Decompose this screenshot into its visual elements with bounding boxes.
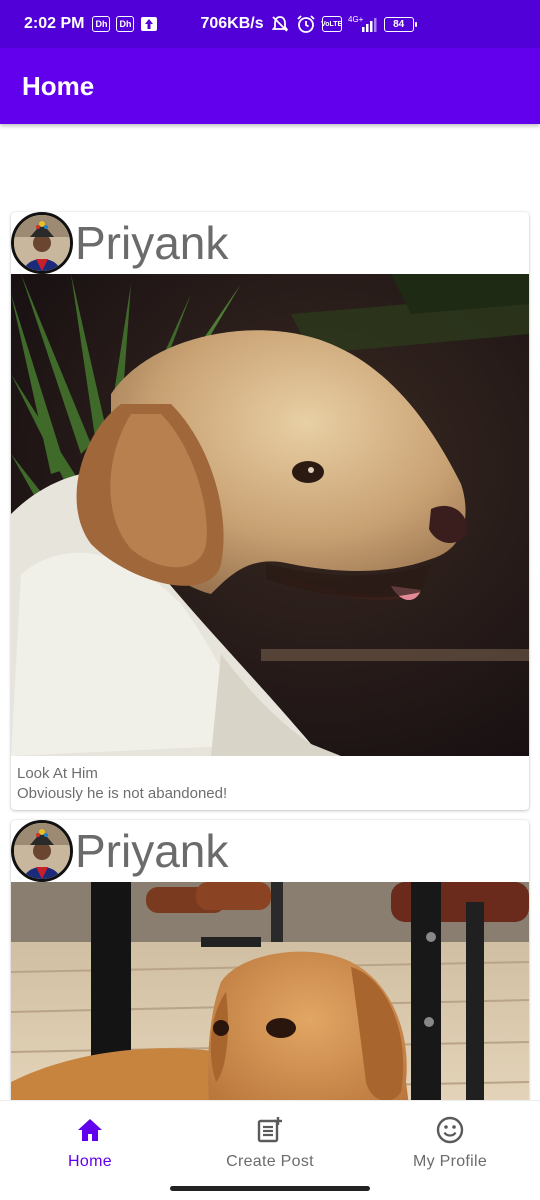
- author-name[interactable]: Priyank: [75, 220, 228, 266]
- status-bar: 2:02 PM Dh Dh 706KB/s VoLTE 4G+ 84: [0, 0, 540, 48]
- home-icon: [75, 1115, 105, 1145]
- post-image[interactable]: [11, 882, 529, 1100]
- post-card[interactable]: Priyank: [11, 212, 529, 810]
- battery-level: 84: [393, 18, 405, 30]
- app-bar: Home: [0, 48, 540, 124]
- author-name[interactable]: Priyank: [75, 828, 228, 874]
- signal-icon: 4G+: [348, 15, 378, 33]
- caption-text: Obviously he is not abandoned!: [17, 785, 228, 802]
- post-feed[interactable]: Priyank Look At Him Obviously he is not …: [0, 124, 540, 1100]
- nav-item-home[interactable]: Home: [0, 1101, 180, 1200]
- app-notification-icon: Dh: [116, 16, 135, 32]
- nav-label: Home: [68, 1153, 112, 1170]
- svg-text:4G+: 4G+: [348, 15, 364, 24]
- page-title: Home: [22, 70, 95, 101]
- caption-title: Look At Him: [17, 765, 98, 782]
- nav-label: My Profile: [412, 1153, 488, 1170]
- app-notification-icon: Dh: [92, 16, 111, 32]
- upload-icon: [140, 16, 158, 32]
- post-header: Priyank: [11, 820, 529, 882]
- alarm-icon: [296, 14, 316, 34]
- post-card[interactable]: Priyank: [11, 820, 529, 1100]
- smiley-face-icon: [435, 1115, 465, 1145]
- volte-icon: VoLTE: [321, 16, 342, 32]
- network-speed: 706KB/s: [200, 15, 264, 32]
- avatar[interactable]: [11, 212, 73, 274]
- avatar[interactable]: [11, 820, 73, 882]
- nav-label: Create Post: [226, 1153, 314, 1170]
- post-caption: Look At Him Obviously he is not abandone…: [11, 756, 529, 810]
- gesture-handle[interactable]: [170, 1186, 370, 1191]
- post-image[interactable]: [11, 274, 529, 756]
- bottom-navigation: Home Create Post My Profile: [0, 1100, 540, 1200]
- status-time: 2:02 PM: [24, 15, 85, 32]
- mute-bell-icon: [270, 14, 290, 34]
- nav-item-my-profile[interactable]: My Profile: [360, 1101, 540, 1200]
- battery-icon: 84: [383, 16, 417, 32]
- post-add-icon: [255, 1115, 285, 1145]
- post-header: Priyank: [11, 212, 529, 274]
